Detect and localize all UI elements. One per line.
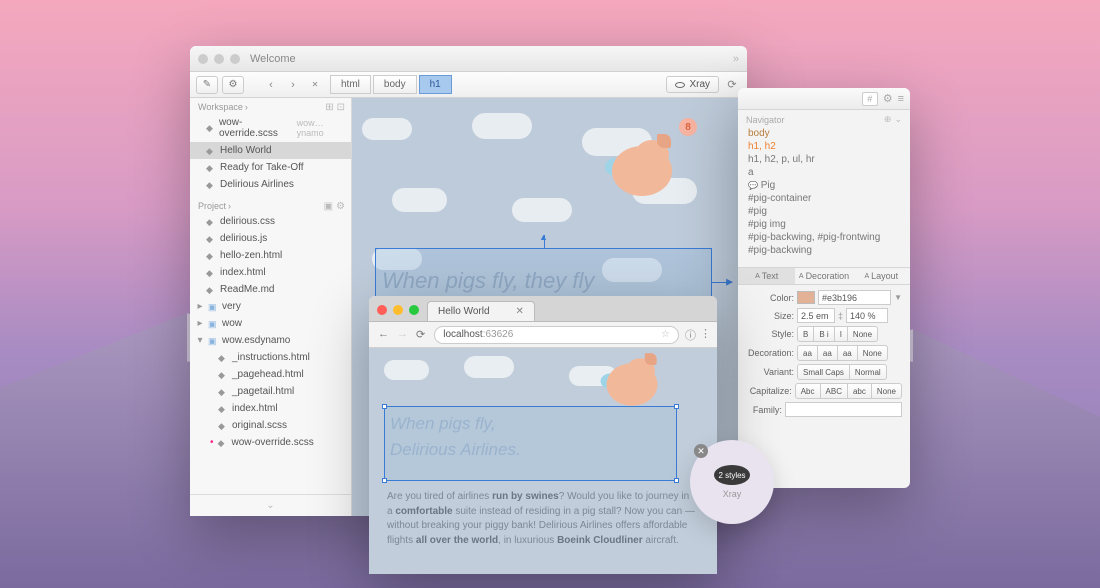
pig-illustration — [597, 128, 687, 208]
close-icon[interactable] — [377, 305, 387, 315]
css-rule[interactable]: #pig-backwing, #pig-frontwing — [746, 231, 902, 244]
css-rule[interactable]: 💬 Pig — [746, 179, 902, 192]
zoom-icon[interactable] — [230, 54, 240, 64]
css-rule[interactable]: body — [746, 127, 902, 140]
xray-toggle[interactable]: Xray — [666, 76, 719, 93]
url-input[interactable]: localhost:63626 ☆ — [434, 326, 679, 344]
inspector-tab[interactable]: A Decoration — [795, 268, 852, 284]
capitalize-buttons[interactable]: AbcABCabcNone — [795, 383, 902, 399]
navigator-heading: Navigator ⊕⌄ — [746, 114, 902, 125]
project-item[interactable]: ◆_pagehead.html — [190, 366, 351, 383]
info-icon[interactable]: ⓘ — [685, 327, 696, 343]
tab-close-icon[interactable]: ✕ — [516, 306, 524, 317]
inspector-tab[interactable]: A Text — [738, 268, 795, 284]
line-height-input[interactable]: 140 % — [846, 308, 888, 323]
css-rule[interactable]: h1, h2, p, ul, hr — [746, 153, 902, 166]
crumb-body[interactable]: body — [373, 75, 417, 94]
project-item[interactable]: ◆delirious.css — [190, 213, 351, 230]
badge: 8 — [679, 118, 697, 136]
project-item[interactable]: ▾▣wow.esdynamo — [190, 332, 351, 349]
minimize-icon[interactable] — [393, 305, 403, 315]
workspace-item[interactable]: ◆Delirious Airlines — [190, 176, 351, 193]
project-item[interactable]: ▸▣wow — [190, 315, 351, 332]
close-icon[interactable] — [198, 54, 208, 64]
toolbar-more-icon[interactable]: » — [733, 53, 739, 65]
minimize-icon[interactable] — [214, 54, 224, 64]
eye-icon: 2 styles — [714, 465, 750, 485]
css-rule[interactable]: #pig img — [746, 218, 902, 231]
editor-toolbar: ✎ ⚙ ‹ › ✕ html body h1 Xray ⟳ — [190, 72, 747, 98]
crumb-html[interactable]: html — [330, 75, 371, 94]
filter-icon[interactable]: ≡ — [898, 93, 904, 105]
editor-titlebar[interactable]: Welcome » — [190, 46, 747, 72]
project-item[interactable]: ◆_pagetail.html — [190, 383, 351, 400]
browser-viewport[interactable]: When pigs fly, Delirious Airlines. Are y… — [369, 348, 717, 574]
hash-toggle[interactable]: # — [862, 92, 878, 106]
forward-button[interactable]: › — [284, 76, 302, 94]
gear-tool-button[interactable]: ⚙ — [222, 76, 244, 94]
forward-button[interactable]: → — [394, 328, 411, 341]
project-item[interactable]: ◆index.html — [190, 400, 351, 417]
browser-window: Hello World ✕ ← → ⟳ localhost:63626 ☆ ⓘ … — [369, 296, 717, 572]
add-rule-icon[interactable]: ⊕ — [884, 114, 892, 125]
browser-headline: When pigs fly, Delirious Airlines. — [390, 411, 521, 462]
color-input[interactable]: #e3b196 — [818, 290, 891, 305]
project-item[interactable]: ◆ReadMe.md — [190, 281, 351, 298]
settings-icon[interactable]: ⚙ — [883, 92, 893, 105]
project-item[interactable]: •◆wow-override.scss — [190, 434, 351, 451]
css-rule[interactable]: #pig — [746, 205, 902, 218]
close-path-button[interactable]: ✕ — [306, 76, 324, 94]
body-copy: Are you tired of airlines run by swines?… — [387, 490, 697, 548]
workspace-item[interactable]: ◆wow-override.scsswow…ynamo — [190, 114, 351, 142]
css-rule[interactable]: a — [746, 166, 902, 179]
css-rule[interactable]: #pig-container — [746, 192, 902, 205]
project-item[interactable]: ◆_instructions.html — [190, 349, 351, 366]
xray-badge[interactable]: ✕ 2 styles Xray — [690, 440, 774, 524]
address-bar: ← → ⟳ localhost:63626 ☆ ⓘ ⋮ — [369, 322, 717, 348]
inspector-window: # ⚙ ≡ Navigator ⊕⌄ bodyh1, h2h1, h2, p, … — [738, 88, 910, 488]
close-icon[interactable]: ✕ — [694, 444, 708, 458]
css-tool-button[interactable]: ✎ — [196, 76, 218, 94]
color-swatch[interactable] — [797, 291, 815, 304]
variant-buttons[interactable]: Small CapsNormal — [797, 364, 887, 380]
menu-icon[interactable]: ⋮ — [700, 327, 711, 343]
decoration-buttons[interactable]: aaaaaaNone — [797, 345, 888, 361]
back-button[interactable]: ← — [375, 328, 392, 341]
workspace-item[interactable]: ◆Ready for Take-Off — [190, 159, 351, 176]
project-heading[interactable]: Project ▣⚙ — [190, 197, 351, 213]
project-sidebar: Workspace ⊞⊡ ◆wow-override.scsswow…ynamo… — [190, 98, 352, 516]
workspace-heading[interactable]: Workspace ⊞⊡ — [190, 98, 351, 114]
star-icon[interactable]: ☆ — [661, 329, 670, 340]
inspector-tab[interactable]: A Layout — [853, 268, 910, 284]
font-size-input[interactable]: 2.5 em — [797, 308, 835, 323]
css-rule[interactable]: h1, h2 — [746, 140, 902, 153]
filter-button[interactable]: ⌄ — [190, 494, 351, 516]
window-title: Welcome — [250, 53, 296, 65]
canvas-headline: When pigs fly, they fly — [382, 268, 594, 294]
breadcrumb: html body h1 — [330, 75, 452, 94]
browser-tab[interactable]: Hello World ✕ — [427, 301, 535, 321]
reload-button[interactable]: ⟳ — [413, 328, 428, 341]
project-item[interactable]: ▸▣very — [190, 298, 351, 315]
project-item[interactable]: ◆hello-zen.html — [190, 247, 351, 264]
font-family-input[interactable] — [785, 402, 902, 417]
back-button[interactable]: ‹ — [262, 76, 280, 94]
inspector-header: # ⚙ ≡ — [738, 88, 910, 110]
project-item[interactable]: ◆delirious.js — [190, 230, 351, 247]
eye-icon — [675, 82, 685, 88]
project-item[interactable]: ◆original.scss — [190, 417, 351, 434]
css-rule[interactable]: #pig-backwing — [746, 244, 902, 257]
filter-icon[interactable]: ⌄ — [894, 114, 902, 125]
project-item[interactable]: ◆index.html — [190, 264, 351, 281]
crumb-h1[interactable]: h1 — [419, 75, 452, 94]
workspace-item[interactable]: ◆Hello World — [190, 142, 351, 159]
zoom-icon[interactable] — [409, 305, 419, 315]
style-buttons[interactable]: BB iINone — [797, 326, 878, 342]
